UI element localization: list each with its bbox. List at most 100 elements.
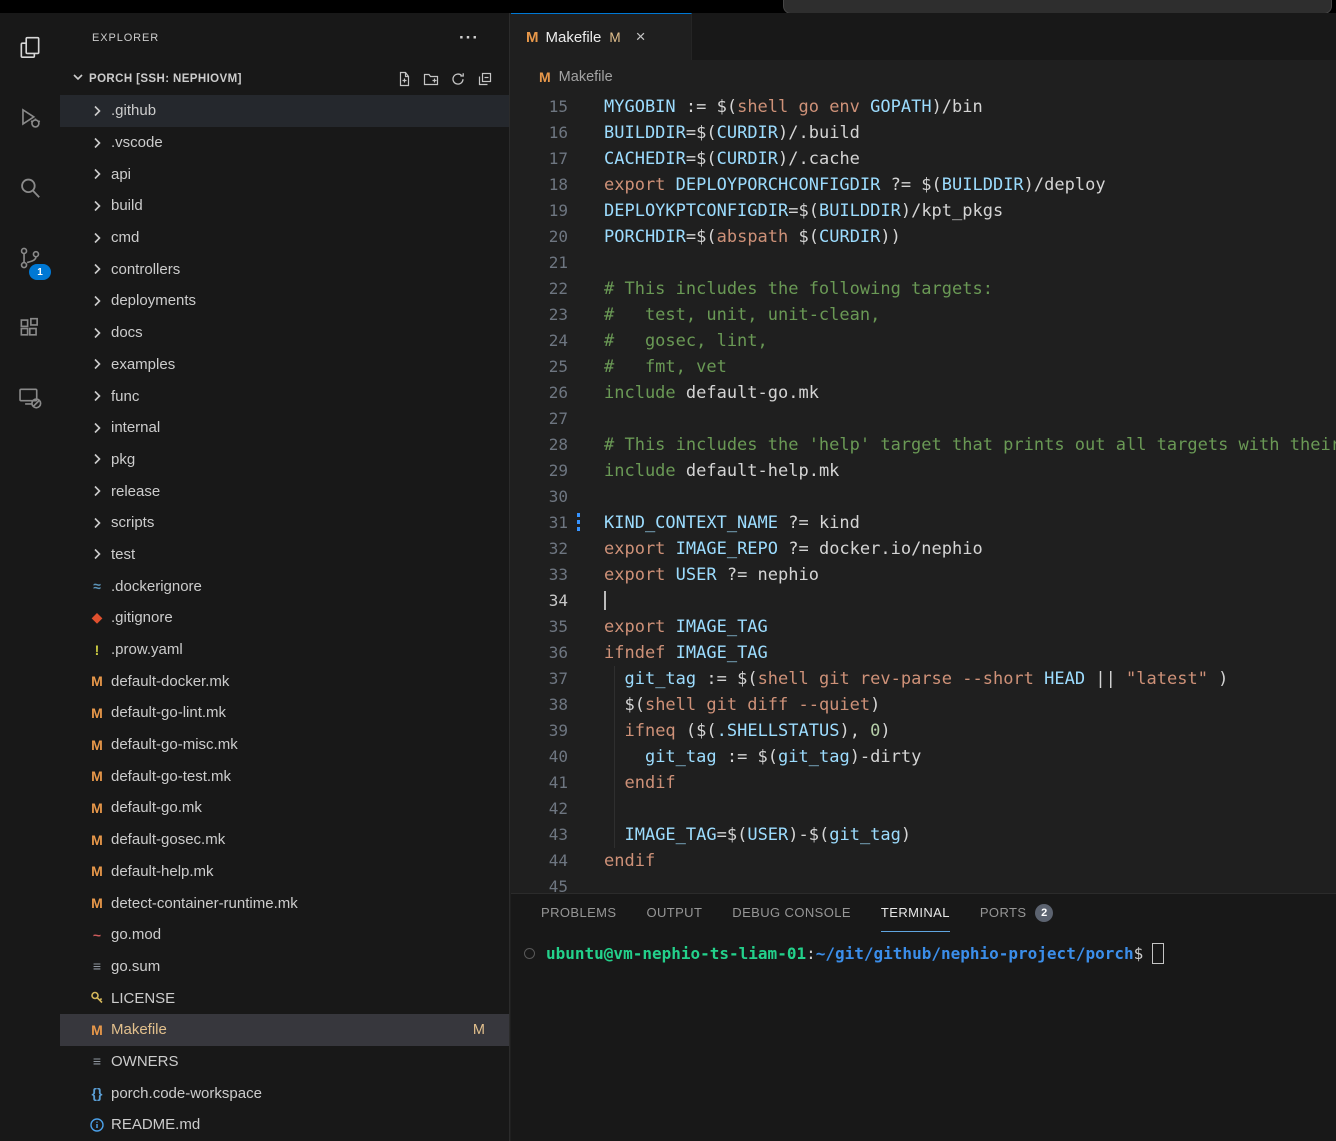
tree-item[interactable]: Mdefault-go-misc.mk (60, 729, 509, 761)
code-area[interactable]: 15MYGOBIN := $(shell go env GOPATH)/bin1… (511, 94, 1336, 893)
code-line[interactable]: 29include default-help.mk (511, 458, 1336, 484)
line-number[interactable]: 42 (511, 796, 604, 822)
line-number[interactable]: 17 (511, 146, 604, 172)
panel-tab-output[interactable]: OUTPUT (646, 894, 702, 932)
code-line[interactable]: 17CACHEDIR=$(CURDIR)/.cache (511, 146, 1336, 172)
tree-item[interactable]: ≡OWNERS (60, 1046, 509, 1078)
line-number[interactable]: 28 (511, 432, 604, 458)
line-number[interactable]: 24 (511, 328, 604, 354)
line-number[interactable]: 27 (511, 406, 604, 432)
code-line[interactable]: 44endif (511, 848, 1336, 874)
extensions-icon[interactable] (0, 293, 60, 363)
code-line[interactable]: 16BUILDDIR=$(CURDIR)/.build (511, 120, 1336, 146)
collapse-all-icon[interactable] (477, 71, 493, 87)
tree-item[interactable]: ◆.gitignore (60, 602, 509, 634)
code-line[interactable]: 45 (511, 874, 1336, 893)
panel-tab-problems[interactable]: PROBLEMS (541, 894, 616, 932)
line-number[interactable]: 21 (511, 250, 604, 276)
code-line[interactable]: 31KIND_CONTEXT_NAME ?= kind (511, 510, 1336, 536)
code-line[interactable]: 36ifndef IMAGE_TAG (511, 640, 1336, 666)
line-number[interactable]: 44 (511, 848, 604, 874)
source-control-icon[interactable]: 1 (0, 223, 60, 293)
search-icon[interactable] (0, 153, 60, 223)
panel-tab-debug-console[interactable]: DEBUG CONSOLE (732, 894, 851, 932)
tree-item[interactable]: internal (60, 412, 509, 444)
tree-item[interactable]: pkg (60, 444, 509, 476)
code-line[interactable]: 34 (511, 588, 1336, 614)
line-number[interactable]: 16 (511, 120, 604, 146)
code-line[interactable]: 25# fmt, vet (511, 354, 1336, 380)
new-file-icon[interactable] (396, 71, 412, 87)
panel-tab-ports[interactable]: PORTS2 (980, 894, 1054, 932)
tree-item[interactable]: ≈.dockerignore (60, 570, 509, 602)
line-number[interactable]: 18 (511, 172, 604, 198)
tree-item[interactable]: build (60, 190, 509, 222)
line-number[interactable]: 23 (511, 302, 604, 328)
line-number[interactable]: 25 (511, 354, 604, 380)
code-line[interactable]: 23# test, unit, unit-clean, (511, 302, 1336, 328)
tree-item[interactable]: Mdefault-docker.mk (60, 665, 509, 697)
line-number[interactable]: 39 (511, 718, 604, 744)
tree-item[interactable]: cmd (60, 222, 509, 254)
code-line[interactable]: 19DEPLOYKPTCONFIGDIR=$(BUILDDIR)/kpt_pkg… (511, 198, 1336, 224)
line-number[interactable]: 30 (511, 484, 604, 510)
code-line[interactable]: 40 git_tag := $(git_tag)-dirty (511, 744, 1336, 770)
line-number[interactable]: 34 (511, 588, 604, 614)
tree-item[interactable]: Mdefault-go-lint.mk (60, 697, 509, 729)
tab-makefile[interactable]: M Makefile M × (511, 13, 692, 60)
line-number[interactable]: 43 (511, 822, 604, 848)
code-line[interactable]: 24# gosec, lint, (511, 328, 1336, 354)
line-number[interactable]: 20 (511, 224, 604, 250)
tree-item[interactable]: examples (60, 349, 509, 381)
command-center[interactable] (783, 0, 1332, 13)
line-number[interactable]: 41 (511, 770, 604, 796)
line-number[interactable]: 36 (511, 640, 604, 666)
tree-item[interactable]: .github (60, 95, 509, 127)
tree-item[interactable]: {}porch.code-workspace (60, 1077, 509, 1109)
tree-item[interactable]: scripts (60, 507, 509, 539)
refresh-icon[interactable] (450, 71, 466, 87)
code-line[interactable]: 37 git_tag := $(shell git rev-parse --sh… (511, 666, 1336, 692)
code-line[interactable]: 38 $(shell git diff --quiet) (511, 692, 1336, 718)
tree-item[interactable]: api (60, 158, 509, 190)
tree-item[interactable]: Mdefault-go.mk (60, 792, 509, 824)
code-line[interactable]: 33export USER ?= nephio (511, 562, 1336, 588)
tree-item[interactable]: ~go.mod (60, 919, 509, 951)
line-number[interactable]: 29 (511, 458, 604, 484)
line-number[interactable]: 22 (511, 276, 604, 302)
line-number[interactable]: 37 (511, 666, 604, 692)
tree-item[interactable]: Mdefault-gosec.mk (60, 824, 509, 856)
tree-item[interactable]: controllers (60, 253, 509, 285)
code-line[interactable]: 15MYGOBIN := $(shell go env GOPATH)/bin (511, 94, 1336, 120)
tree-item[interactable]: Mdetect-container-runtime.mk (60, 887, 509, 919)
line-number[interactable]: 33 (511, 562, 604, 588)
tree-item[interactable]: deployments (60, 285, 509, 317)
tree-item[interactable]: LICENSE (60, 982, 509, 1014)
files-icon[interactable] (0, 13, 60, 83)
tree-item[interactable]: !.prow.yaml (60, 634, 509, 666)
code-line[interactable]: 30 (511, 484, 1336, 510)
line-number[interactable]: 35 (511, 614, 604, 640)
tree-item[interactable]: func (60, 380, 509, 412)
line-number[interactable]: 32 (511, 536, 604, 562)
tree-item[interactable]: release (60, 475, 509, 507)
new-folder-icon[interactable] (423, 71, 439, 87)
more-actions-icon[interactable]: ··· (459, 28, 479, 48)
tree-item[interactable]: MMakefileM (60, 1014, 509, 1046)
line-number[interactable]: 31 (511, 510, 604, 536)
code-line[interactable]: 41 endif (511, 770, 1336, 796)
code-line[interactable]: 32export IMAGE_REPO ?= docker.io/nephio (511, 536, 1336, 562)
tree-item[interactable]: docs (60, 317, 509, 349)
line-number[interactable]: 45 (511, 874, 604, 893)
line-number[interactable]: 15 (511, 94, 604, 120)
line-number[interactable]: 26 (511, 380, 604, 406)
code-line[interactable]: 28# This includes the 'help' target that… (511, 432, 1336, 458)
tree-item[interactable]: Mdefault-go-test.mk (60, 760, 509, 792)
tree-item[interactable]: ≡go.sum (60, 951, 509, 983)
tree-item[interactable]: .vscode (60, 127, 509, 159)
code-line[interactable]: 43 IMAGE_TAG=$(USER)-$(git_tag) (511, 822, 1336, 848)
close-icon[interactable]: × (636, 27, 646, 47)
code-line[interactable]: 22# This includes the following targets: (511, 276, 1336, 302)
line-number[interactable]: 38 (511, 692, 604, 718)
panel-tab-terminal[interactable]: TERMINAL (881, 894, 950, 932)
